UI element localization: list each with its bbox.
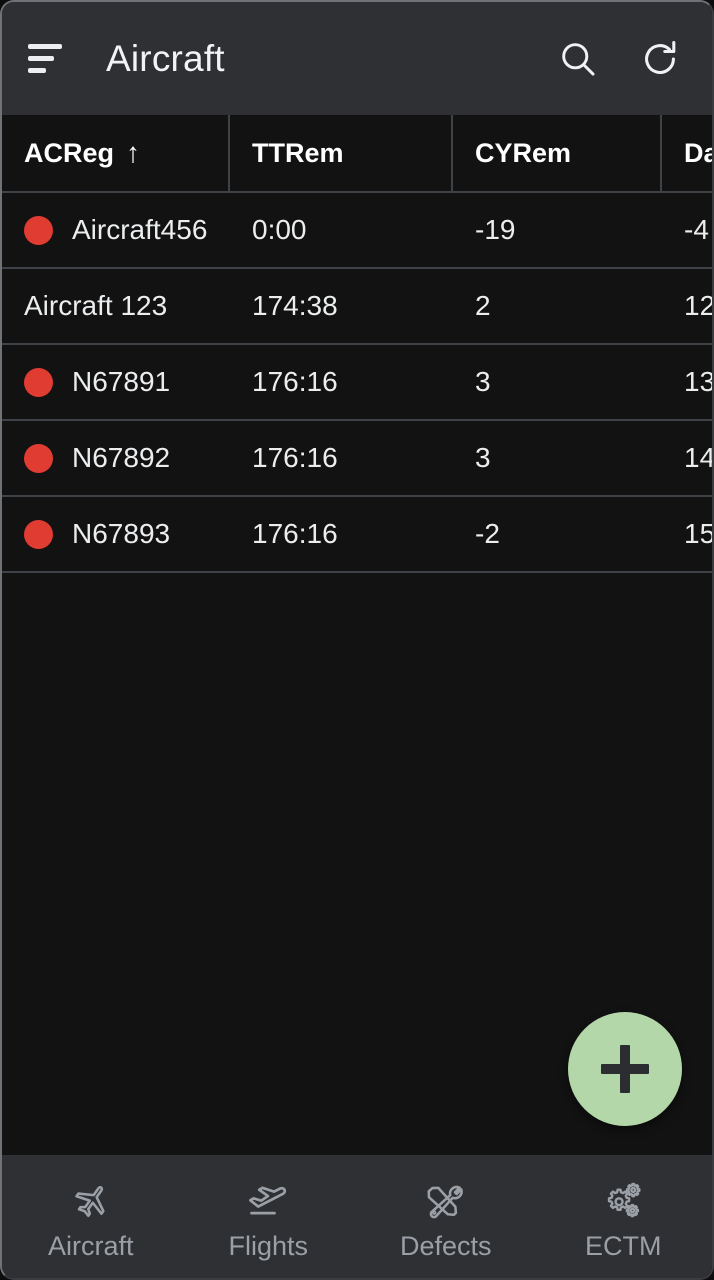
- nav-item-defects-label: Defects: [399, 1231, 492, 1261]
- table-row[interactable]: N67892 176:16 3 14: [2, 421, 712, 497]
- airplane-takeoff-icon: [245, 1179, 291, 1225]
- cell-darem: 14: [684, 442, 712, 473]
- app-screen: Aircraft ACReg ↑ TTRem CYRem D Aircraft4…: [0, 0, 714, 1280]
- column-header-cyrem[interactable]: CYRem: [453, 115, 662, 192]
- nav-item-ectm[interactable]: ECTM: [535, 1155, 713, 1278]
- cell-cyrem: 2: [475, 290, 491, 321]
- aircraft-table[interactable]: ACReg ↑ TTRem CYRem Da Aircraft456 0:00 …: [2, 115, 712, 1155]
- cell-acreg: N67892: [2, 421, 230, 495]
- cell-cyrem: -2: [475, 518, 500, 549]
- menu-line-2: [28, 56, 54, 61]
- cell-acreg-label: Aircraft456: [72, 214, 208, 245]
- cell-darem: 15: [684, 518, 712, 549]
- cell-ttrem: 0:00: [252, 214, 307, 245]
- plus-icon-vertical: [620, 1045, 630, 1093]
- table-row[interactable]: N67891 176:16 3 13: [2, 345, 712, 421]
- cell-acreg-label: N67893: [72, 518, 171, 549]
- cell-acreg: Aircraft 123: [2, 269, 230, 343]
- sort-ascending-icon: ↑: [126, 137, 141, 168]
- nav-item-ectm-label: ECTM: [585, 1231, 662, 1261]
- nav-item-aircraft[interactable]: Aircraft: [2, 1155, 180, 1278]
- menu-line-3: [28, 68, 46, 73]
- column-header-ttrem-label: TTRem: [252, 137, 344, 168]
- bottom-navigation-bar: Aircraft Flights Defects ECTM: [2, 1155, 712, 1278]
- cell-acreg: N67893: [2, 497, 230, 571]
- nav-item-aircraft-label: Aircraft: [47, 1231, 134, 1261]
- status-badge: [24, 367, 53, 397]
- cell-ttrem: 174:38: [252, 290, 338, 321]
- refresh-icon[interactable]: [634, 33, 686, 85]
- column-header-ttrem[interactable]: TTRem: [230, 115, 453, 192]
- cell-cyrem: 3: [475, 442, 491, 473]
- cell-darem: 13: [684, 366, 712, 397]
- gears-icon: [600, 1179, 646, 1225]
- cell-darem: -4: [684, 214, 709, 245]
- cell-ttrem: 176:16: [252, 518, 338, 549]
- status-badge: [24, 519, 53, 549]
- nav-item-flights[interactable]: Flights: [180, 1155, 358, 1278]
- cell-acreg: N67891: [2, 345, 230, 419]
- cell-acreg: Aircraft456: [2, 193, 230, 267]
- column-header-cyrem-label: CYRem: [475, 137, 572, 168]
- cell-darem: 12: [684, 290, 712, 321]
- add-aircraft-fab[interactable]: [568, 1012, 682, 1126]
- app-bar: Aircraft: [2, 2, 712, 115]
- column-header-acreg[interactable]: ACReg ↑: [2, 115, 230, 192]
- menu-icon[interactable]: [28, 36, 74, 82]
- page-title: Aircraft: [106, 37, 225, 79]
- cell-cyrem: 3: [475, 366, 491, 397]
- nav-item-flights-label: Flights: [228, 1231, 309, 1261]
- column-header-darem[interactable]: Da: [662, 115, 712, 192]
- cell-cyrem: -19: [475, 214, 516, 245]
- tools-icon: [424, 1179, 468, 1225]
- table-row[interactable]: N67893 176:16 -2 15: [2, 497, 712, 573]
- table-row[interactable]: Aircraft 123 174:38 2 12: [2, 269, 712, 345]
- cell-acreg-label: N67892: [72, 442, 171, 473]
- cell-ttrem: 176:16: [252, 366, 338, 397]
- status-badge: [24, 215, 53, 245]
- airplane-top-icon: [69, 1179, 113, 1225]
- search-icon[interactable]: [552, 33, 604, 85]
- cell-acreg-label: Aircraft 123: [24, 290, 168, 321]
- table-row[interactable]: Aircraft456 0:00 -19 -4: [2, 193, 712, 269]
- cell-acreg-label: N67891: [72, 366, 171, 397]
- app-bar-actions: [552, 33, 686, 85]
- nav-item-defects[interactable]: Defects: [357, 1155, 535, 1278]
- cell-ttrem: 176:16: [252, 442, 338, 473]
- menu-line-1: [28, 44, 62, 49]
- column-header-darem-label: Da: [684, 137, 712, 168]
- status-badge: [24, 443, 53, 473]
- column-header-acreg-label: ACReg: [24, 137, 115, 168]
- table-header-row: ACReg ↑ TTRem CYRem Da: [2, 115, 712, 193]
